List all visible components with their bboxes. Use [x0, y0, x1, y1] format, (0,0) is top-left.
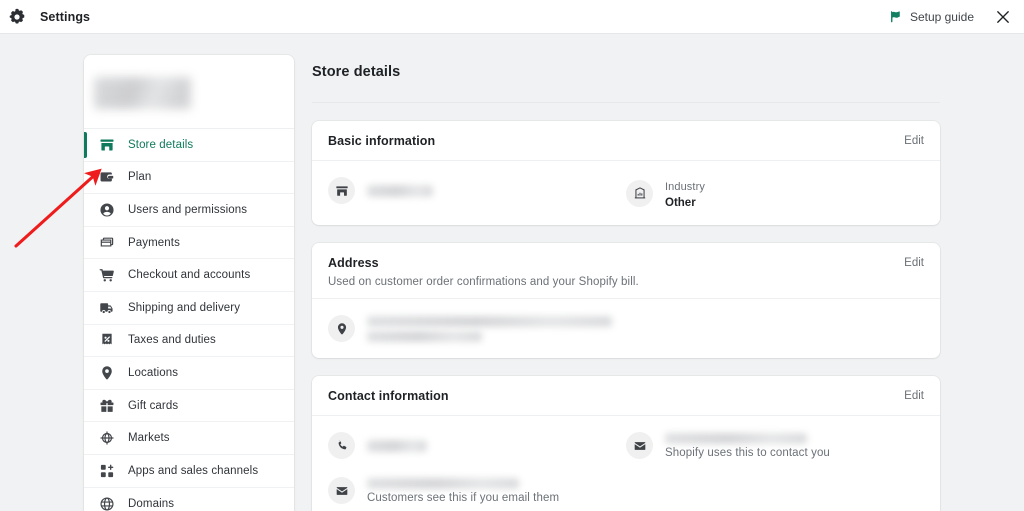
store-name-field — [328, 177, 626, 209]
sidebar-item-shipping-and-delivery[interactable]: Shipping and delivery — [84, 292, 294, 325]
location-pin-icon — [99, 365, 115, 381]
setup-guide-label: Setup guide — [909, 9, 974, 24]
email-icon — [328, 477, 355, 504]
location-pin-icon — [328, 315, 355, 342]
sidebar-item-gift-cards[interactable]: Gift cards — [84, 390, 294, 423]
phone-value — [367, 439, 427, 452]
address-field — [328, 315, 924, 342]
sidebar-item-markets[interactable]: Markets — [84, 422, 294, 455]
sidebar-item-label: Domains — [128, 497, 175, 510]
email-icon — [626, 432, 653, 459]
sidebar-item-label: Locations — [128, 366, 179, 379]
receipt-percent-icon — [99, 332, 115, 348]
redacted-value — [367, 439, 427, 452]
sidebar-item-label: Users and permissions — [128, 203, 248, 216]
person-icon — [99, 202, 115, 218]
sidebar-item-label: Shipping and delivery — [128, 301, 241, 314]
contact-right-column: Shopify uses this to contact you — [626, 432, 924, 504]
sidebar-item-checkout-and-accounts[interactable]: Checkout and accounts — [84, 259, 294, 292]
address-body — [312, 299, 940, 358]
gear-icon — [8, 8, 26, 26]
redacted-value — [665, 432, 807, 444]
card-title: Basic information — [328, 134, 436, 148]
storefront-icon — [99, 137, 115, 153]
sidebar-item-label: Store details — [128, 138, 194, 151]
store-brand-header — [84, 55, 294, 128]
wallet-icon — [99, 169, 115, 185]
basic-information-card: Basic information Edit Industry Other — [312, 121, 940, 225]
contact-information-body: Customers see this if you email them Sho… — [312, 416, 940, 511]
contact-left-column: Customers see this if you email them — [328, 432, 626, 504]
industry-icon — [626, 179, 653, 207]
flag-icon — [889, 10, 902, 23]
page-body: Store details Plan Users and permissions — [0, 34, 1024, 511]
basic-information-body: Industry Other — [312, 161, 940, 225]
settings-page: Settings Setup guide Store details Plan … — [0, 0, 1024, 511]
contact-information-card: Contact information Edit Customers see t… — [312, 376, 940, 511]
title-divider — [312, 102, 940, 103]
globe-icon — [99, 496, 115, 511]
contact-information-edit-button[interactable]: Edit — [904, 389, 924, 402]
address-card: Address Used on customer order confirmat… — [312, 243, 940, 358]
industry-label: Industry — [665, 181, 705, 193]
top-bar-right: Setup guide — [889, 8, 1024, 26]
address-value — [367, 315, 612, 342]
sidebar-item-label: Payments — [128, 236, 180, 249]
card-title: Address — [328, 256, 379, 270]
redacted-value — [367, 330, 482, 342]
store-name-redacted — [94, 77, 191, 109]
sidebar-item-label: Plan — [128, 171, 152, 184]
sidebar-item-taxes-and-duties[interactable]: Taxes and duties — [84, 325, 294, 358]
card-title: Contact information — [328, 389, 449, 403]
sidebar-item-label: Checkout and accounts — [128, 269, 251, 282]
sender-email-field: Customers see this if you email them — [328, 477, 626, 504]
basic-information-header: Basic information Edit — [312, 121, 940, 160]
sidebar-item-store-details[interactable]: Store details — [84, 129, 294, 162]
close-icon[interactable] — [994, 8, 1012, 26]
sidebar-item-domains[interactable]: Domains — [84, 488, 294, 511]
sender-email-value: Customers see this if you email them — [367, 477, 560, 504]
settings-sidebar: Store details Plan Users and permissions — [84, 55, 294, 511]
credit-card-icon — [99, 235, 115, 251]
industry-field: Industry Other — [626, 177, 924, 209]
apps-plus-icon — [99, 463, 115, 479]
account-email-hint: Shopify uses this to contact you — [665, 446, 830, 459]
main-content: Store details Basic information Edit Ind… — [312, 34, 940, 511]
globe-target-icon — [99, 430, 115, 446]
store-name-value — [367, 184, 433, 197]
phone-icon — [328, 432, 355, 459]
sidebar-item-plan[interactable]: Plan — [84, 162, 294, 195]
sidebar-item-label: Apps and sales channels — [128, 464, 259, 477]
page-title: Store details — [312, 64, 401, 80]
contact-information-header: Contact information Edit — [312, 376, 940, 415]
redacted-value — [367, 477, 519, 489]
sender-email-hint: Customers see this if you email them — [367, 491, 560, 504]
top-bar-left: Settings — [0, 8, 90, 26]
account-email-value: Shopify uses this to contact you — [665, 432, 830, 459]
storefront-icon — [328, 177, 355, 204]
sidebar-item-payments[interactable]: Payments — [84, 227, 294, 260]
truck-icon — [99, 300, 115, 316]
sidebar-item-locations[interactable]: Locations — [84, 357, 294, 390]
basic-information-edit-button[interactable]: Edit — [904, 134, 924, 147]
shopping-cart-icon — [99, 267, 115, 283]
top-bar: Settings Setup guide — [0, 0, 1024, 34]
sidebar-item-apps-and-sales-channels[interactable]: Apps and sales channels — [84, 455, 294, 488]
phone-field — [328, 432, 626, 459]
top-bar-title: Settings — [40, 9, 91, 24]
redacted-value — [367, 184, 433, 197]
sidebar-item-label: Gift cards — [128, 399, 179, 412]
address-edit-button[interactable]: Edit — [904, 256, 924, 269]
address-header: Address Used on customer order confirmat… — [312, 243, 940, 298]
sidebar-nav-list: Store details Plan Users and permissions — [84, 128, 294, 511]
address-subtitle: Used on customer order confirmations and… — [328, 276, 639, 288]
setup-guide-button[interactable]: Setup guide — [889, 10, 974, 24]
account-email-field: Shopify uses this to contact you — [626, 432, 924, 459]
redacted-value — [367, 315, 612, 327]
sidebar-item-label: Taxes and duties — [128, 334, 216, 347]
industry-value: Other — [665, 197, 696, 209]
sidebar-item-users-and-permissions[interactable]: Users and permissions — [84, 194, 294, 227]
sidebar-item-label: Markets — [128, 432, 170, 445]
gift-icon — [99, 398, 115, 414]
